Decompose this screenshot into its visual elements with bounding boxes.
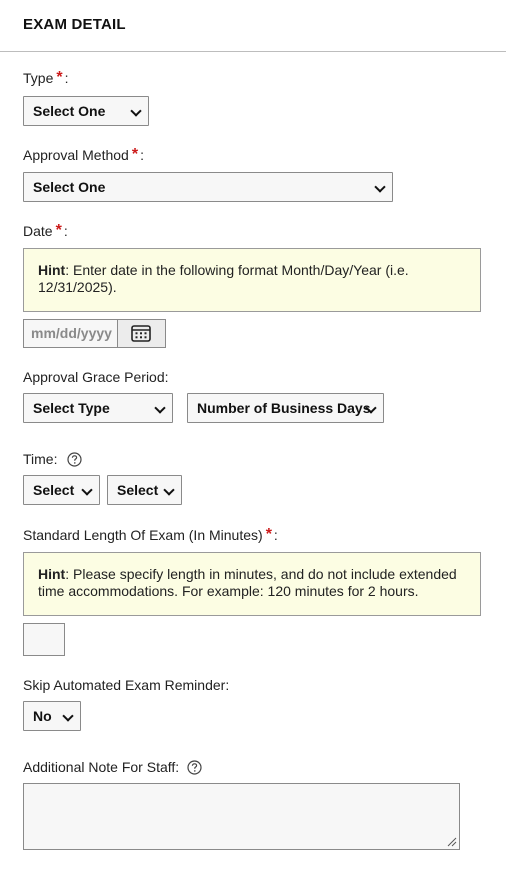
exam-length-label: Standard Length Of Exam (In Minutes) *: (23, 526, 278, 543)
date-label: Date *: (23, 222, 68, 239)
time-label: Time: (23, 451, 82, 468)
section-title: EXAM DETAIL (23, 16, 126, 33)
approval-method-label: Approval Method *: (23, 146, 144, 163)
section-header: EXAM DETAIL (0, 0, 506, 52)
type-label: Type *: (23, 69, 69, 86)
date-input[interactable]: mm/dd/yyyy (24, 320, 117, 347)
staff-note-textarea[interactable] (23, 783, 460, 850)
chevron-down-icon (163, 484, 175, 496)
date-picker: mm/dd/yyyy (23, 319, 166, 348)
required-marker: * (131, 146, 139, 163)
grace-type-select[interactable]: Select Type (23, 393, 173, 423)
help-circle-icon[interactable] (67, 452, 82, 467)
type-select[interactable]: Select One (23, 96, 149, 126)
date-hint: Hint: Enter date in the following format… (23, 248, 481, 312)
exam-length-hint: Hint: Please specify length in minutes, … (23, 552, 481, 616)
chevron-down-icon (154, 402, 166, 414)
calendar-button[interactable] (117, 320, 165, 347)
help-circle-icon[interactable] (187, 760, 202, 775)
skip-reminder-label: Skip Automated Exam Reminder: (23, 677, 230, 693)
calendar-icon (131, 325, 151, 342)
staff-note-label: Additional Note For Staff: (23, 759, 202, 776)
required-marker: * (265, 526, 272, 543)
required-marker: * (56, 69, 63, 86)
exam-length-input[interactable] (23, 623, 65, 656)
approval-method-select[interactable]: Select One (23, 172, 393, 202)
grace-period-label: Approval Grace Period: (23, 369, 169, 385)
required-marker: * (55, 222, 62, 239)
chevron-down-icon (81, 484, 93, 496)
skip-reminder-select[interactable]: No (23, 701, 81, 731)
chevron-down-icon (62, 710, 74, 722)
chevron-down-icon (130, 105, 142, 117)
time-hour-select[interactable]: Select (23, 475, 100, 505)
chevron-down-icon (374, 181, 386, 193)
time-minute-select[interactable]: Select (107, 475, 182, 505)
resize-handle-icon[interactable] (447, 837, 457, 847)
grace-days-select[interactable]: Number of Business Days (187, 393, 384, 423)
